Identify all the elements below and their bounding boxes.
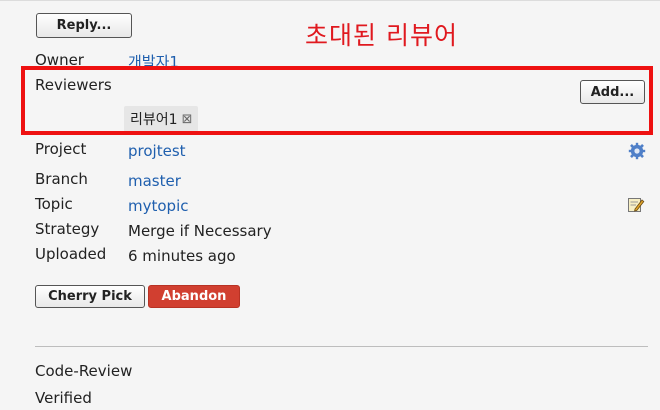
label-code-review: Code-Review <box>35 362 133 380</box>
project-label: Project <box>35 140 87 158</box>
annotation-callout: 초대된 리뷰어 <box>305 21 458 50</box>
top-rule <box>0 0 660 1</box>
cherry-pick-button[interactable]: Cherry Pick <box>35 285 145 308</box>
gear-icon[interactable] <box>628 142 646 164</box>
branch-label: Branch <box>35 170 88 188</box>
change-info-panel <box>0 0 660 410</box>
uploaded-value: 6 minutes ago <box>128 247 236 265</box>
uploaded-label: Uploaded <box>35 245 107 263</box>
topic-label: Topic <box>35 195 73 213</box>
branch-link[interactable]: master <box>128 172 181 190</box>
project-link[interactable]: projtest <box>128 142 186 160</box>
annotation-highlight-box <box>21 66 653 135</box>
strategy-value: Merge if Necessary <box>128 222 272 240</box>
edit-icon[interactable] <box>627 196 645 218</box>
label-verified: Verified <box>35 389 92 407</box>
reply-button[interactable]: Reply... <box>36 13 132 38</box>
topic-link[interactable]: mytopic <box>128 197 188 215</box>
section-divider <box>35 346 648 347</box>
strategy-label: Strategy <box>35 220 100 238</box>
abandon-button[interactable]: Abandon <box>148 285 240 308</box>
